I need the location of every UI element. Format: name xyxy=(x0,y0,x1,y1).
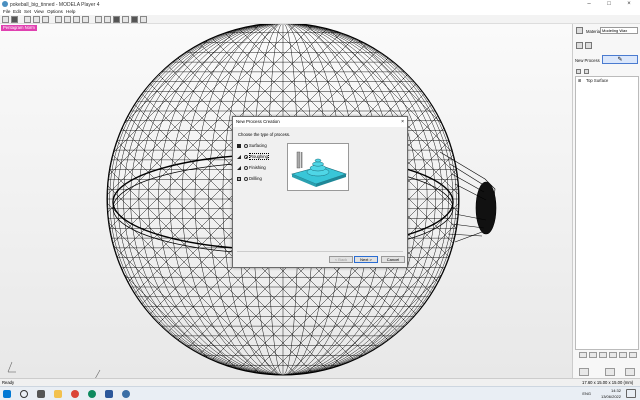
start-icon[interactable] xyxy=(3,390,11,398)
new-process-dialog: New Process Creation × Choose the type o… xyxy=(232,116,408,268)
option-roughing-label: Roughing xyxy=(249,153,269,160)
process-panel: Material Modeling Wax New Process ✎ Top … xyxy=(572,24,640,378)
app-icon xyxy=(2,1,8,7)
layout-icon[interactable] xyxy=(585,42,592,49)
rotate-icon[interactable] xyxy=(33,16,40,23)
surfacing-icon xyxy=(237,144,241,148)
new-process-label: New Process xyxy=(575,58,600,63)
dialog-close-button[interactable]: × xyxy=(401,117,404,127)
material-icon[interactable] xyxy=(576,27,583,34)
save-icon[interactable] xyxy=(11,16,18,23)
new-process-button[interactable]: ✎ xyxy=(602,55,638,64)
paste-button[interactable] xyxy=(609,352,617,358)
process-preview xyxy=(287,143,349,191)
move-up-button[interactable] xyxy=(579,352,587,358)
maximize-button[interactable]: □ xyxy=(599,0,619,9)
edge-icon[interactable] xyxy=(88,390,96,398)
back-button[interactable]: < Back xyxy=(329,256,353,263)
select-icon[interactable] xyxy=(24,16,31,23)
view-front-icon[interactable] xyxy=(95,16,102,23)
toolbar xyxy=(0,15,640,24)
radio-finishing[interactable] xyxy=(244,165,248,170)
finishing-icon xyxy=(237,166,241,170)
notifications-icon[interactable] xyxy=(626,389,636,398)
tree-item-top-surface[interactable]: Top Surface xyxy=(586,78,608,83)
roughing-preview-illustration xyxy=(291,151,347,187)
status-bar: Ready 17.60 x 15.00 x 15.00 (mm) xyxy=(0,378,640,386)
material-select[interactable]: Modeling Wax xyxy=(600,27,638,34)
minimize-button[interactable]: – xyxy=(579,0,599,9)
modela-player-icon[interactable] xyxy=(122,390,130,398)
clock-time[interactable]: 14:32 xyxy=(596,388,621,393)
roughing-icon xyxy=(237,155,241,159)
chrome-icon[interactable] xyxy=(71,390,79,398)
next-button[interactable]: Next > xyxy=(354,256,378,263)
dialog-separator xyxy=(237,251,403,252)
orbit-icon[interactable] xyxy=(42,16,49,23)
zoom-area-icon[interactable] xyxy=(73,16,80,23)
view-top-icon[interactable] xyxy=(104,16,111,23)
close-window-button[interactable]: × xyxy=(619,0,639,9)
drilling-icon xyxy=(237,177,241,181)
pan-icon[interactable] xyxy=(64,16,71,23)
process-tree[interactable]: Top Surface ⊞ xyxy=(575,76,639,350)
model-dimensions: 17.60 x 15.00 x 15.00 (mm) xyxy=(582,380,634,385)
radio-drilling[interactable] xyxy=(244,176,248,181)
zoom-icon[interactable] xyxy=(55,16,62,23)
view-side-icon[interactable] xyxy=(122,16,129,23)
dialog-title: New Process Creation xyxy=(233,117,407,127)
word-icon[interactable] xyxy=(105,390,113,398)
tree-tool-icon[interactable] xyxy=(576,69,581,74)
clock-date[interactable]: 13/06/2022 xyxy=(596,394,621,399)
run-cut-button[interactable] xyxy=(605,368,615,376)
preview-cut-button[interactable] xyxy=(579,368,589,376)
taskbar: ENG 14:32 13/06/2022 xyxy=(0,386,640,400)
material-label: Material xyxy=(586,29,601,34)
file-explorer-icon[interactable] xyxy=(54,390,62,398)
delete-button[interactable] xyxy=(619,352,627,358)
dialog-prompt: Choose the type of process. xyxy=(238,132,291,137)
radio-surfacing[interactable] xyxy=(244,143,248,148)
search-icon[interactable] xyxy=(20,390,28,398)
move-down-button[interactable] xyxy=(589,352,597,358)
copy-button[interactable] xyxy=(599,352,607,358)
option-roughing[interactable]: Roughing xyxy=(244,153,269,160)
task-view-icon[interactable] xyxy=(37,390,45,398)
status-text: Ready xyxy=(2,380,15,385)
shaded-view-icon[interactable] xyxy=(131,16,138,23)
view-iso-icon[interactable] xyxy=(113,16,120,23)
option-surfacing[interactable]: Surfacing xyxy=(244,143,267,149)
active-process-tag: Pentagram Norm xyxy=(1,25,37,31)
new-file-icon[interactable] xyxy=(2,16,9,23)
radio-roughing[interactable] xyxy=(244,154,248,159)
properties-button[interactable] xyxy=(629,352,637,358)
option-finishing[interactable]: Finishing xyxy=(244,165,266,171)
tree-item-icon: ⊞ xyxy=(578,78,582,83)
title-bar: pokeball_big_tinned - MODELA Player 4 – … xyxy=(0,0,640,9)
tree-tool-icon-2[interactable] xyxy=(584,69,589,74)
cancel-button[interactable]: Cancel xyxy=(381,256,405,263)
output-button[interactable] xyxy=(625,368,635,376)
fit-view-icon[interactable] xyxy=(82,16,89,23)
language-indicator[interactable]: ENG xyxy=(577,391,591,396)
option-drilling-label: Drilling xyxy=(249,176,262,181)
option-drilling[interactable]: Drilling xyxy=(244,176,262,182)
option-finishing-label: Finishing xyxy=(249,165,266,170)
window-title: pokeball_big_tinned - MODELA Player 4 xyxy=(10,1,100,8)
option-surfacing-label: Surfacing xyxy=(249,143,267,148)
wireframe-view-icon[interactable] xyxy=(140,16,147,23)
model-icon[interactable] xyxy=(576,42,583,49)
